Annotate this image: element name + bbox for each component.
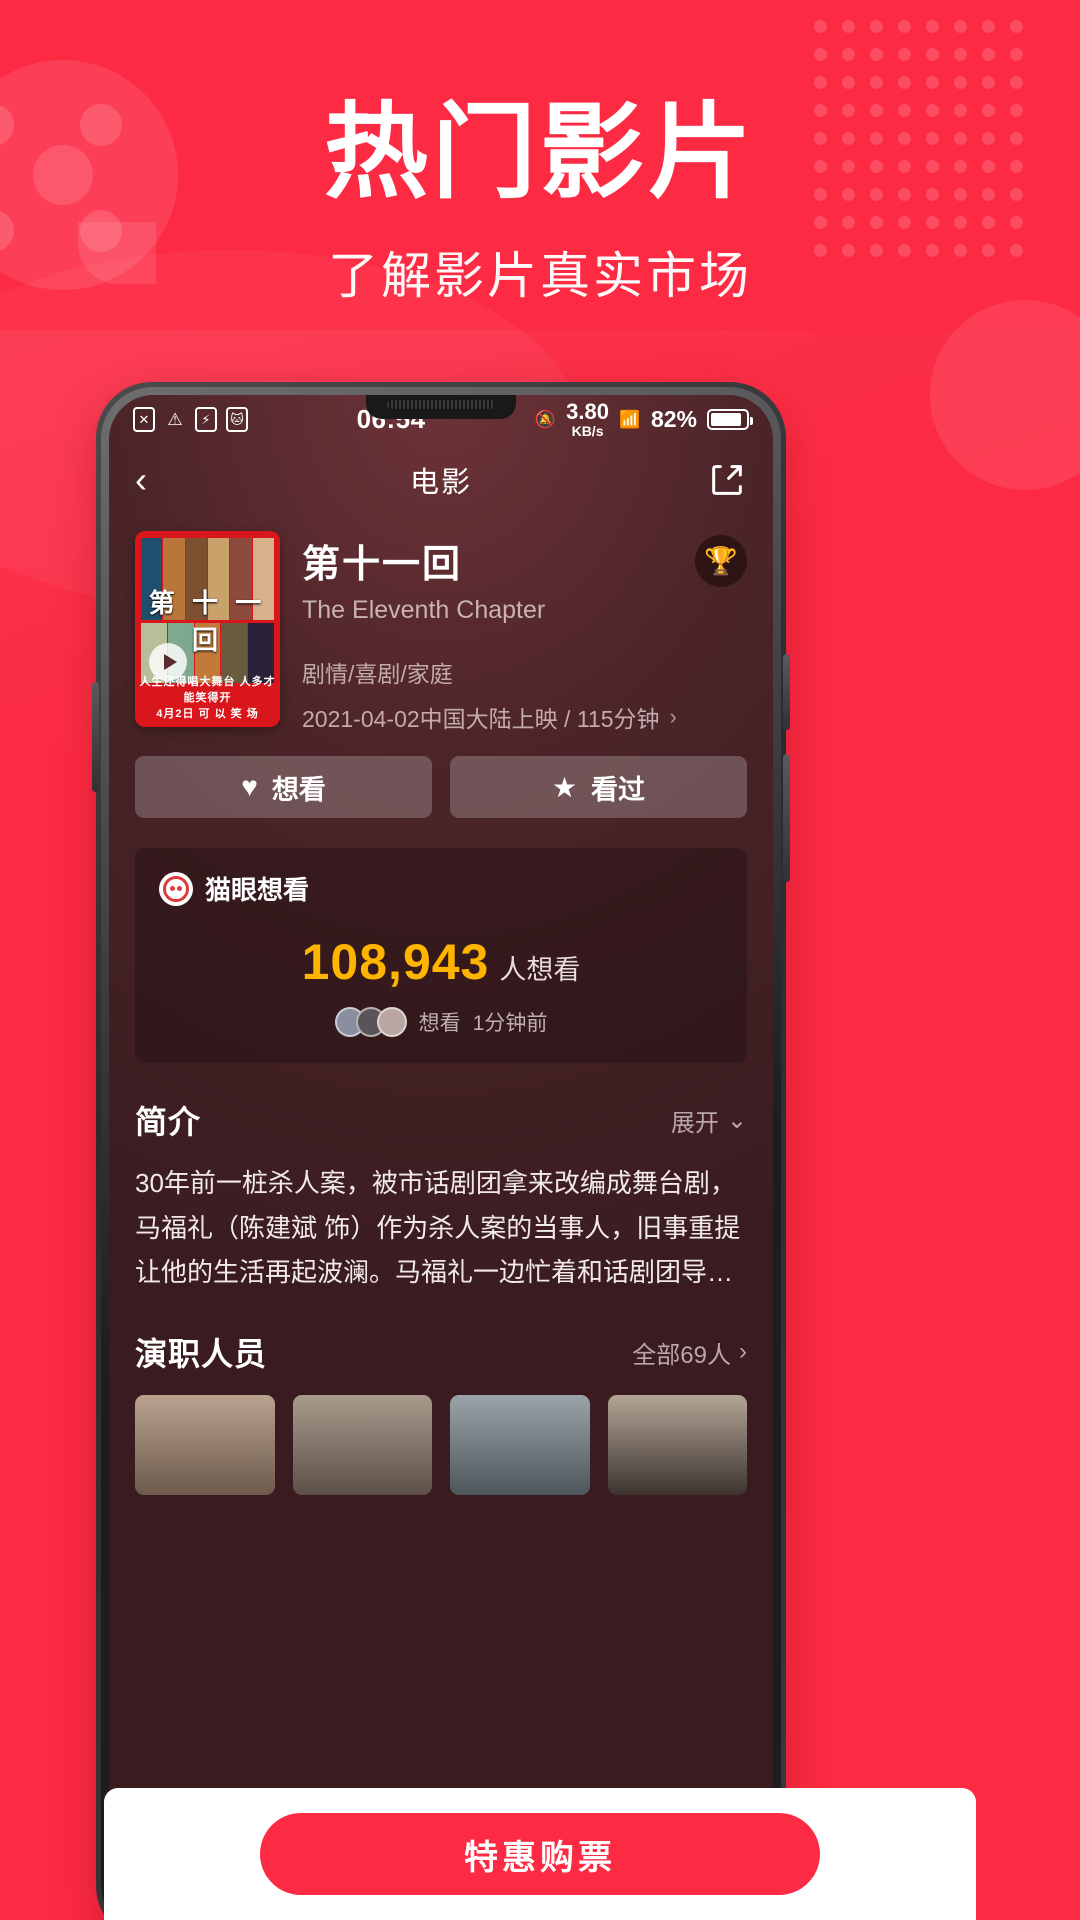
network-speed-value: 3.80 [566,398,609,424]
poster-tagline: 人生还得唱大舞台 人多才能笑得开 4月2日 可 以 笑 场 [135,675,280,723]
movie-release-row[interactable]: 2021-04-02中国大陆上映 / 115分钟 › [302,700,747,734]
chevron-down-icon: ⌄ [726,1106,747,1134]
chevron-right-icon: › [669,704,677,729]
heart-icon: ♥ [241,771,258,802]
maoyan-cat-logo-icon [159,871,193,906]
status-bar-left-icons: ✕ ⚠ ⚡ 🐱 [133,406,248,432]
cat-app-icon: 🐱 [226,406,248,432]
wish-count-row: 108,943 人想看 [159,933,723,991]
battery-icon [707,408,753,430]
phone-volume-up-button [783,654,790,730]
view-all-crew-button[interactable]: 全部69人 › [632,1335,747,1370]
wifi-icon: 📶 [619,409,641,429]
no-sim-icon: ✕ [133,406,155,432]
movie-poster[interactable]: 第 十 一 回 人生还得唱大舞台 人多才能笑得开 4月2日 可 以 笑 场 [135,531,280,727]
expand-synopsis-button[interactable]: 展开 ⌄ [671,1103,747,1138]
trophy-icon[interactable]: 🏆 [695,535,747,587]
movie-release-info: 2021-04-02中国大陆上映 / 115分钟 [302,706,660,732]
synopsis-title: 简介 [135,1104,202,1140]
poster-tagline-line1: 人生还得唱大舞台 人多才能笑得开 [139,676,276,705]
buy-ticket-button[interactable]: 特惠购票 [260,1813,820,1895]
phone-power-button [92,682,99,792]
list-item[interactable] [292,1395,432,1496]
phone-screen: ✕ ⚠ ⚡ 🐱 06:54 🔕 3.80 KB/s 📶 82% [109,395,773,1920]
wish-recent-activity: 想看 1分钟前 [159,1007,723,1037]
movie-genre: 剧情/喜剧/家庭 [302,661,453,687]
synopsis-header: 简介 展开 ⌄ [135,1097,747,1143]
page-subtitle: 了解影片真实市场 [328,248,752,305]
maoyan-wish-card[interactable]: 猫眼想看 108,943 人想看 想看 1分钟前 [135,848,747,1063]
phone-mockup: ✕ ⚠ ⚡ 🐱 06:54 🔕 3.80 KB/s 📶 82% [92,382,790,1920]
crew-list [135,1395,747,1496]
action-buttons: ♥ 想看 ★ 看过 [109,734,773,818]
watched-label: 看过 [591,774,646,805]
movie-info: 第十一回 The Eleventh Chapter 剧情/喜剧/家庭 2021-… [302,531,747,734]
navigation-bar: ‹ 电影 [109,443,773,517]
warning-icon: ⚠ [167,409,183,429]
avatar-group [334,1007,407,1037]
wish-recent-action: 想看 [418,1012,461,1035]
want-to-see-label: 想看 [271,774,326,805]
star-icon: ★ [551,771,578,803]
phone-notch [366,395,516,419]
flash-icon: ⚡ [195,406,217,432]
status-bar-right-icons: 🔕 3.80 KB/s 📶 82% [534,398,753,439]
crew-title: 演职人员 [135,1336,268,1373]
wish-card-brand: 猫眼想看 [205,875,310,905]
list-item[interactable] [450,1395,590,1496]
watched-button[interactable]: ★ 看过 [450,756,747,818]
synopsis-text: 30年前一桩杀人案，被市话剧团拿来改编成舞台剧，马福礼（陈建斌 饰）作为杀人案的… [135,1168,741,1288]
nav-title: 电影 [409,467,472,499]
hero-banner: 热门影片 了解影片真实市场 [0,96,1080,308]
silent-bell-icon: 🔕 [534,409,556,429]
page-title: 热门影片 [323,95,756,211]
wish-count-suffix: 人想看 [499,955,581,985]
crew-header: 演职人员 全部69人 › [135,1329,747,1375]
crew-section: 演职人员 全部69人 › [135,1329,747,1496]
chevron-right-icon: › [739,1338,747,1366]
battery-percentage: 82% [650,405,697,432]
poster-tagline-line2: 4月2日 可 以 笑 场 [156,708,259,721]
wish-card-header: 猫眼想看 [159,870,723,907]
share-icon[interactable] [707,460,747,500]
avatar [376,1007,407,1037]
crew-more-label: 全部69人 [632,1341,731,1369]
wish-count: 108,943 [301,934,490,990]
movie-english-title: The Eleventh Chapter [302,596,546,624]
expand-label: 展开 [670,1109,719,1137]
movie-title: 第十一回 [302,544,463,586]
network-speed: 3.80 KB/s [566,398,609,439]
network-speed-unit: KB/s [571,422,604,439]
buy-ticket-bar: 特惠购票 [104,1788,976,1920]
want-to-see-button[interactable]: ♥ 想看 [135,756,432,818]
movie-detail-app: ✕ ⚠ ⚡ 🐱 06:54 🔕 3.80 KB/s 📶 82% [109,395,773,1920]
phone-volume-down-button [783,754,790,882]
synopsis-section: 简介 展开 ⌄ 30年前一桩杀人案，被市话剧团拿来改编成舞台剧，马福礼（陈建斌 … [135,1097,747,1295]
list-item[interactable] [607,1395,747,1496]
movie-header: 第 十 一 回 人生还得唱大舞台 人多才能笑得开 4月2日 可 以 笑 场 第十… [109,517,773,734]
list-item[interactable] [135,1395,275,1496]
wish-recent-time: 1分钟前 [472,1012,548,1035]
